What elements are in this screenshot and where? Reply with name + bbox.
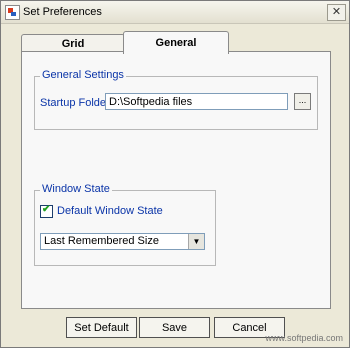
checkmark-icon: ✔ bbox=[42, 204, 51, 215]
general-settings-label: General Settings bbox=[40, 69, 126, 81]
tab-general[interactable]: General bbox=[123, 31, 229, 54]
set-default-button[interactable]: Set Default bbox=[66, 317, 137, 338]
startup-folder-input[interactable]: D:\Softpedia files bbox=[105, 93, 288, 110]
preferences-window: Set Preferences ✕ Grid General General S… bbox=[0, 0, 350, 348]
watermark: www.softpedia.com bbox=[265, 333, 343, 343]
general-panel: General Settings Startup Folder D:\Softp… bbox=[21, 51, 331, 309]
browse-button[interactable]: ... bbox=[294, 93, 311, 110]
ellipsis-icon: ... bbox=[298, 95, 307, 105]
window-state-label: Window State bbox=[40, 183, 112, 195]
window-title: Set Preferences bbox=[23, 6, 102, 18]
app-icon bbox=[5, 5, 20, 20]
general-settings-group: General Settings Startup Folder D:\Softp… bbox=[34, 69, 318, 130]
title-bar[interactable]: Set Preferences ✕ bbox=[1, 1, 349, 24]
window-state-selected-value: Last Remembered Size bbox=[44, 235, 159, 247]
window-state-select[interactable]: Last Remembered Size ▼ bbox=[40, 233, 205, 250]
default-window-state-label[interactable]: Default Window State bbox=[57, 205, 163, 217]
window-state-group: Window State ✔ Default Window State Last… bbox=[34, 183, 216, 266]
chevron-down-icon[interactable]: ▼ bbox=[188, 234, 204, 249]
startup-folder-label: Startup Folder bbox=[40, 97, 110, 109]
save-button[interactable]: Save bbox=[139, 317, 210, 338]
close-button[interactable]: ✕ bbox=[327, 4, 346, 21]
default-window-state-checkbox[interactable]: ✔ bbox=[40, 204, 53, 218]
